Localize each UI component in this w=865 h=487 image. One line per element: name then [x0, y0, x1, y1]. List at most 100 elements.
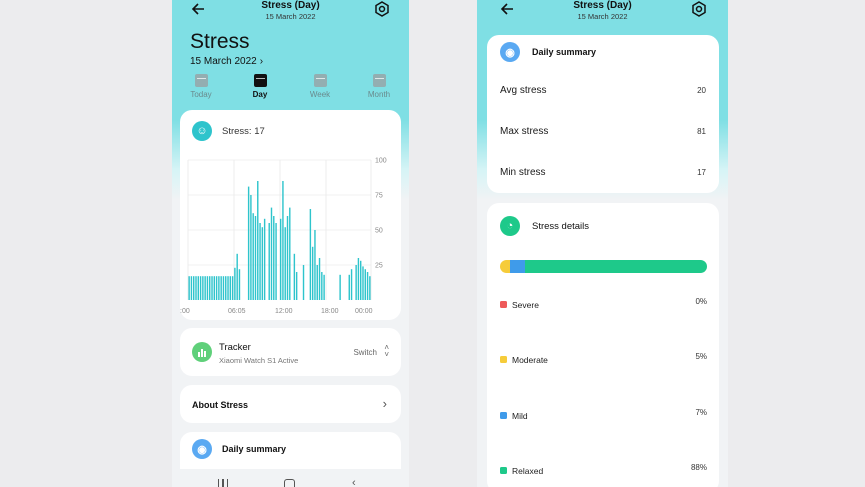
stress-bar: [252, 213, 254, 300]
stress-bar: [236, 253, 238, 300]
tab-week[interactable]: Week: [300, 74, 340, 99]
moderate-value: 5%: [695, 352, 707, 361]
stress-current-label: Stress: 17: [222, 126, 265, 137]
stress-bar: [234, 267, 236, 300]
stress-bar: [250, 195, 252, 300]
tab-label: Today: [190, 90, 212, 99]
severe-label: Severe: [512, 300, 539, 310]
stress-bar: [229, 276, 232, 300]
stress-bar: [259, 223, 261, 300]
x-tick-label: 06:05: [228, 308, 246, 315]
stress-bar: [295, 272, 298, 300]
stress-bar: [190, 276, 193, 300]
max-stress-label: Max stress: [500, 126, 549, 137]
stress-bar: [222, 276, 225, 300]
y-tick-label: 100: [375, 158, 387, 165]
x-tick-label: 18:00: [321, 308, 339, 315]
stress-bar: [215, 276, 218, 300]
stress-bar: [206, 276, 209, 300]
chevron-right-icon: ›: [382, 396, 387, 411]
avg-stress-value: 20: [697, 86, 706, 95]
y-tick-label: 25: [375, 263, 383, 270]
stress-bar: [218, 276, 220, 300]
calendar-check-icon: [194, 74, 208, 87]
home-icon[interactable]: [284, 479, 295, 487]
recent-apps-icon[interactable]: [218, 479, 228, 487]
switch-button[interactable]: Switch: [353, 348, 377, 357]
stress-bar: [289, 207, 291, 300]
relaxed-color-dot: [500, 467, 507, 474]
stress-bar: [362, 266, 364, 300]
tab-label: Month: [367, 90, 391, 99]
top-bar: Stress (Day) 15 March 2022: [172, 0, 409, 26]
phone-screen-day-view: Stress (Day) 15 March 2022 Stress 15 Mar…: [172, 0, 409, 487]
stress-bar: [225, 276, 227, 300]
calendar-month-icon: [372, 74, 386, 87]
relaxed-label: Relaxed: [512, 466, 544, 476]
stress-bar: [227, 276, 229, 300]
stress-bar: [350, 269, 353, 300]
stress-bar: [293, 253, 296, 300]
about-stress-label: About Stress: [192, 400, 249, 410]
stress-bar: [254, 216, 257, 300]
about-stress-card[interactable]: About Stress ›: [180, 385, 401, 423]
stress-bar: [268, 223, 270, 300]
stress-bar: [366, 272, 369, 300]
stress-bar: [311, 246, 314, 300]
tracker-title: Tracker: [219, 342, 251, 353]
period-tabs: Today Day Week Month: [172, 74, 409, 104]
stress-bar: [275, 223, 277, 300]
stress-bar: [195, 276, 197, 300]
stress-bar: [286, 216, 289, 300]
switch-updown-icon[interactable]: ˄ ˅: [384, 344, 389, 359]
distribution-segment: [510, 260, 525, 273]
tab-month[interactable]: Month: [359, 74, 399, 99]
y-tick-label: 50: [375, 228, 383, 235]
stress-bar: [231, 276, 234, 300]
distribution-segment: [524, 260, 707, 273]
stress-bar: [282, 181, 284, 300]
stress-bar: [193, 276, 195, 300]
stress-bar: [188, 276, 190, 300]
stress-bar: [369, 276, 371, 300]
settings-icon[interactable]: [690, 0, 708, 18]
stress-bar: [357, 258, 360, 300]
settings-icon[interactable]: [373, 0, 391, 18]
back-chevron-icon[interactable]: ‹: [352, 478, 356, 487]
stress-bar: [220, 276, 222, 300]
stress-bar: [309, 209, 312, 300]
moderate-label: Moderate: [512, 355, 548, 365]
stress-bar: [355, 265, 357, 300]
stress-bar: [323, 274, 325, 300]
stress-bar: [339, 274, 341, 300]
page-title: Stress: [190, 30, 250, 53]
min-stress-label: Min stress: [500, 167, 546, 178]
stress-bar: [284, 227, 286, 300]
stress-bar: [314, 230, 316, 300]
daily-summary-label: Daily summary: [222, 444, 287, 454]
smile-icon: ☺: [192, 121, 212, 141]
eye-icon: ◉: [500, 42, 520, 62]
stress-bar: [261, 227, 264, 300]
stress-bar: [273, 216, 275, 300]
tab-label: Week: [309, 90, 331, 99]
calendar-week-icon: [313, 74, 327, 87]
stress-bar: [359, 260, 362, 300]
stress-bar: [199, 276, 202, 300]
stress-bar: [321, 272, 323, 300]
stress-bar-chart: 100 75 50 25:00 06:05 12:00 18:00 00:00: [180, 158, 387, 316]
tab-day[interactable]: Day: [240, 74, 280, 99]
tab-today[interactable]: Today: [181, 74, 221, 99]
mild-value: 7%: [695, 408, 707, 417]
pie-chart-icon: ◔: [500, 216, 520, 236]
stress-bar: [238, 269, 241, 300]
moderate-color-dot: [500, 356, 507, 363]
severe-value: 0%: [695, 297, 707, 306]
stress-bar: [247, 186, 250, 300]
stress-bar: [209, 276, 211, 300]
date-selector[interactable]: 15 March 2022 ›: [190, 56, 263, 67]
chevron-right-icon: ›: [259, 56, 264, 67]
tracker-card[interactable]: Tracker Xiaomi Watch S1 Active Switch ˄ ˅: [180, 328, 401, 376]
relaxed-value: 88%: [690, 463, 707, 472]
stress-bar: [204, 276, 206, 300]
